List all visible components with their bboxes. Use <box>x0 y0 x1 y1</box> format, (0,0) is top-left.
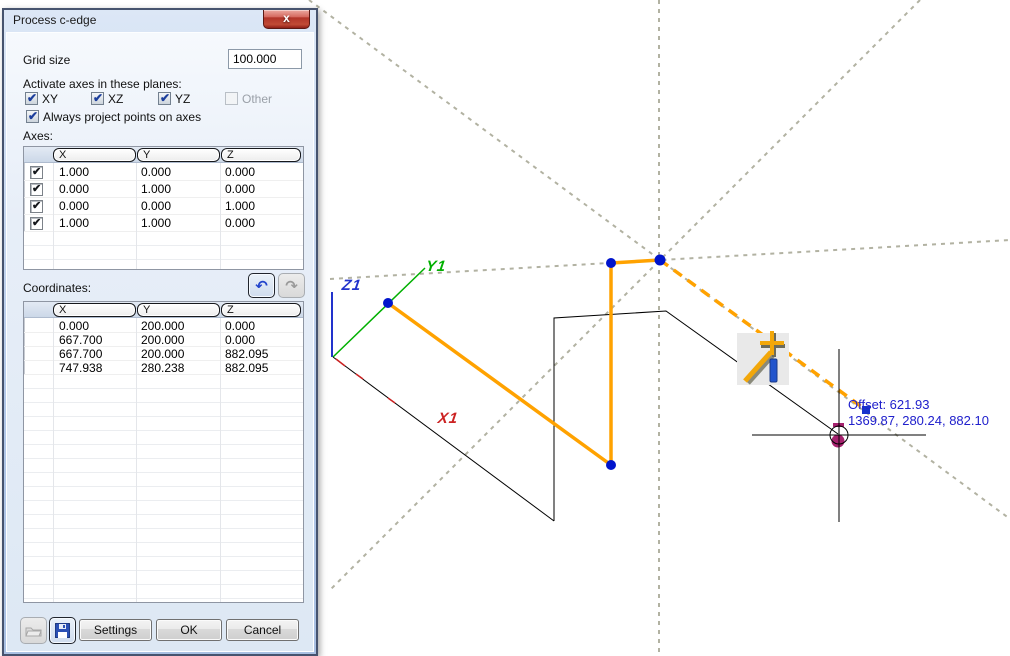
axes-table-header: X Y Z <box>24 147 303 163</box>
x1-axis-red-tick <box>336 359 345 366</box>
existing-edge-outline <box>554 311 838 521</box>
coord-column-x[interactable]: X <box>53 303 136 317</box>
coordinate-row[interactable]: 667.700 200.000 0.000 <box>24 333 303 347</box>
axes-table: X Y Z 1.000 0.000 0.000 0.000 1.000 0.00… <box>23 146 304 270</box>
undo-button[interactable]: ↶ <box>248 273 275 298</box>
axes-row[interactable]: 0.000 0.000 1.000 <box>24 198 303 215</box>
vertex-point-3[interactable] <box>606 258 616 268</box>
close-button[interactable]: x <box>263 10 310 29</box>
ortho-bar-icon <box>770 359 777 382</box>
axes-column-z[interactable]: Z <box>221 148 301 162</box>
axes-section-label: Axes: <box>23 129 53 143</box>
coordinate-readout: 1369.87, 280.24, 882.10 <box>848 413 989 429</box>
x1-axis-label: X1 <box>437 410 460 427</box>
coordinate-row[interactable]: 747.938 280.238 882.095 <box>24 361 303 375</box>
vertex-point-2[interactable] <box>606 460 616 470</box>
ok-button[interactable]: OK <box>156 619 222 641</box>
other-checkbox[interactable] <box>225 92 238 105</box>
dialog-title: Process c-edge <box>13 13 96 27</box>
c-edge-polyline <box>388 260 660 465</box>
offset-readout: Offset: 621.93 <box>848 397 989 413</box>
construction-axis-y-dashed <box>330 0 920 590</box>
xy-checkbox[interactable] <box>25 92 38 105</box>
z1-axis-label: Z1 <box>341 277 363 294</box>
close-icon: x <box>283 11 290 25</box>
axis-enabled-checkbox[interactable] <box>30 200 43 213</box>
y1-axis-label: Y1 <box>425 258 448 275</box>
redo-icon: ↷ <box>285 277 298 295</box>
redo-button[interactable]: ↷ <box>278 273 305 298</box>
undo-icon: ↶ <box>255 277 268 295</box>
column-separator <box>53 318 54 602</box>
open-folder-icon <box>25 624 42 637</box>
coordinates-section-label: Coordinates: <box>23 281 91 295</box>
process-c-edge-dialog: Process c-edge x Grid size 100.000 Activ… <box>2 8 318 656</box>
x1-axis-line <box>333 357 554 521</box>
cad-application: Z1 Y1 X1 Offset: 621.93 1369.87, 280.24,… <box>0 0 1010 656</box>
dialog-content: Grid size 100.000 Activate axes in these… <box>6 32 314 652</box>
x1-axis-red-tick <box>356 374 363 379</box>
yz-checkbox[interactable] <box>158 92 171 105</box>
axes-row[interactable]: 1.000 1.000 0.000 <box>24 215 303 232</box>
coord-column-z[interactable]: Z <box>221 303 301 317</box>
column-separator <box>53 163 54 269</box>
column-separator <box>220 163 221 269</box>
snap-marker <box>832 435 845 448</box>
axis-enabled-checkbox[interactable] <box>30 183 43 196</box>
coordinates-table: X Y Z 0.000 200.000 0.000 667.700 200.00… <box>23 301 304 603</box>
vertex-point-4[interactable] <box>655 255 666 266</box>
vertex-point-1[interactable] <box>383 298 393 308</box>
coordinates-table-header: X Y Z <box>24 302 303 318</box>
save-floppy-icon <box>55 623 70 638</box>
axes-empty-rows <box>24 232 303 269</box>
coordinate-row[interactable]: 667.700 200.000 882.095 <box>24 347 303 361</box>
axis-enabled-checkbox[interactable] <box>30 166 43 179</box>
axis-enabled-checkbox[interactable] <box>30 217 43 230</box>
column-separator <box>136 163 137 269</box>
axes-column-y[interactable]: Y <box>137 148 220 162</box>
project-points-checkbox[interactable] <box>26 110 39 123</box>
column-separator <box>136 318 137 602</box>
axes-row[interactable]: 1.000 0.000 0.000 <box>24 164 303 181</box>
grid-size-input[interactable]: 100.000 <box>228 49 302 69</box>
project-points-label: Always project points on axes <box>43 110 201 124</box>
line-tool-cursor-badge <box>737 331 789 385</box>
grid-size-label: Grid size <box>23 53 70 67</box>
planes-section-label: Activate axes in these planes: <box>23 77 182 91</box>
save-button[interactable] <box>49 617 76 644</box>
settings-button[interactable]: Settings <box>79 619 152 641</box>
xz-checkbox[interactable] <box>91 92 104 105</box>
cancel-button[interactable]: Cancel <box>226 619 299 641</box>
coord-column-y[interactable]: Y <box>137 303 220 317</box>
dialog-titlebar[interactable]: Process c-edge x <box>4 10 316 32</box>
axes-column-x[interactable]: X <box>53 148 136 162</box>
coordinate-row[interactable]: 0.000 200.000 0.000 <box>24 319 303 333</box>
coordinates-empty-rows <box>24 375 303 602</box>
cursor-hint: Offset: 621.93 1369.87, 280.24, 882.10 <box>848 397 989 429</box>
open-button[interactable] <box>20 617 47 644</box>
column-separator <box>220 318 221 602</box>
axes-row[interactable]: 0.000 1.000 0.000 <box>24 181 303 198</box>
x1-axis-red-tick <box>388 398 395 403</box>
